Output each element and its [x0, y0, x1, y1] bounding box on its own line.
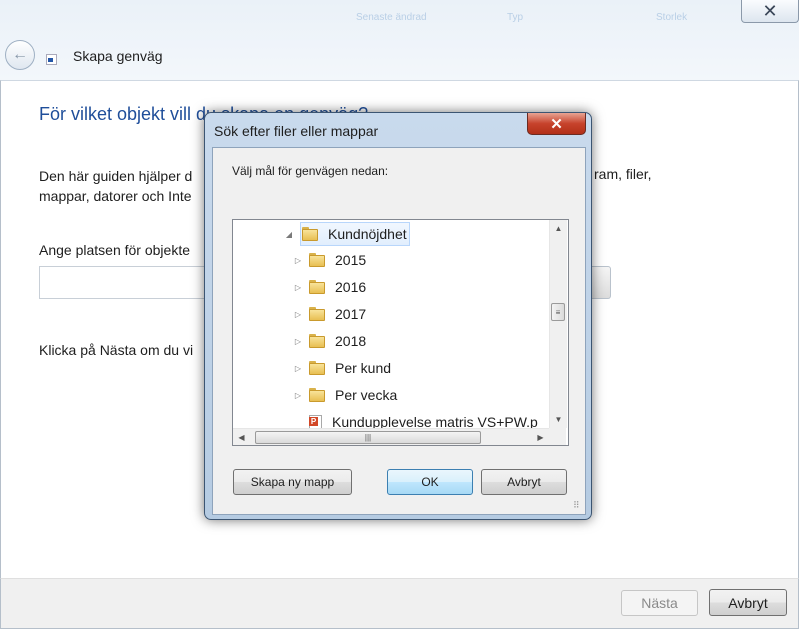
collapse-arrow-icon[interactable]: ◢: [284, 230, 294, 239]
vertical-scrollbar[interactable]: ▲ ≡ ▼: [549, 220, 567, 428]
tree-item-label: 2018: [335, 333, 367, 349]
folder-icon: [309, 280, 325, 294]
new-folder-button[interactable]: Skapa ny mapp: [233, 469, 352, 495]
folder-icon: [302, 227, 318, 241]
location-label: Ange platsen för objekte: [39, 242, 190, 258]
wizard-title-area: Senaste ändrad Typ Storlek ✕ ← Skapa gen…: [0, 0, 799, 80]
ok-button[interactable]: OK: [387, 469, 473, 495]
expand-arrow-icon[interactable]: ▷: [293, 256, 303, 265]
expand-arrow-icon[interactable]: ▷: [293, 364, 303, 373]
blurred-column-header: Storlek: [656, 12, 688, 23]
folder-icon: [309, 307, 325, 321]
tree-item[interactable]: ▷ Per kund: [293, 356, 391, 380]
expand-arrow-icon[interactable]: ▷: [293, 283, 303, 292]
expand-arrow-icon[interactable]: ▷: [293, 310, 303, 319]
description-line-1-end: ram, filer,: [594, 166, 652, 182]
folder-tree[interactable]: ◢ Kundnöjdhet ▷ 2015 ▷ 2016 ▷ 2017 ▷ 201…: [232, 219, 569, 446]
tree-item[interactable]: ▷ 2017: [293, 302, 366, 326]
folder-icon: [309, 253, 325, 267]
close-icon: ✕: [550, 115, 563, 133]
tree-item-label: 2015: [335, 252, 367, 268]
scroll-right-arrow-icon[interactable]: ▶: [532, 429, 549, 445]
resize-grip-icon[interactable]: ⠿: [573, 500, 580, 511]
tree-item[interactable]: ▷ Per vecka: [293, 383, 397, 407]
close-icon: ✕: [762, 0, 778, 21]
tree-item[interactable]: ▷ 2018: [293, 329, 366, 353]
folder-icon: [309, 334, 325, 348]
description-line-2: mappar, datorer och Inte: [39, 188, 192, 204]
dialog-cancel-button[interactable]: Avbryt: [481, 469, 567, 495]
back-button[interactable]: ←: [5, 40, 35, 70]
tree-item-selection[interactable]: Kundnöjdhet: [300, 222, 410, 246]
wizard-instruction: Klicka på Nästa om du vi: [39, 342, 194, 358]
scroll-up-arrow-icon[interactable]: ▲: [550, 220, 567, 237]
window-close-button[interactable]: ✕: [741, 0, 799, 23]
tree-item-label: Per vecka: [335, 387, 398, 403]
shortcut-icon: [46, 54, 57, 65]
vertical-scroll-thumb[interactable]: ≡: [551, 303, 565, 321]
dialog-title: Sök efter filer eller mappar: [214, 123, 379, 139]
wizard-description: Den här guiden hjälper d mappar, datorer…: [39, 166, 192, 206]
scrollbar-corner: [549, 428, 566, 445]
blurred-column-header: Typ: [507, 12, 524, 23]
expand-arrow-icon[interactable]: ▷: [293, 337, 303, 346]
expand-arrow-icon[interactable]: ▷: [293, 391, 303, 400]
dialog-close-button[interactable]: ✕: [527, 113, 586, 135]
horizontal-scrollbar[interactable]: ◀ ||| ▶: [233, 428, 549, 445]
back-arrow-icon: ←: [12, 46, 28, 63]
wizard-cancel-button[interactable]: Avbryt: [709, 589, 787, 616]
tree-item-label: Kundnöjdhet: [328, 226, 407, 242]
description-line-1: Den här guiden hjälper d: [39, 168, 193, 184]
horizontal-scroll-thumb[interactable]: |||: [255, 431, 481, 444]
tree-item[interactable]: ▷ 2016: [293, 275, 366, 299]
tree-item-label: 2017: [335, 306, 367, 322]
next-button[interactable]: Nästa: [621, 590, 698, 616]
wizard-title: Skapa genväg: [73, 48, 163, 64]
scroll-down-arrow-icon[interactable]: ▼: [550, 411, 567, 428]
tree-item-label: 2016: [335, 279, 367, 295]
tree-item[interactable]: ▷ 2015: [293, 248, 366, 272]
browse-dialog: Sök efter filer eller mappar ✕ Välj mål …: [204, 112, 592, 520]
folder-icon: [309, 361, 325, 375]
folder-icon: [309, 388, 325, 402]
dialog-client-area: Välj mål för genvägen nedan: ◢ Kundnöjdh…: [212, 147, 586, 515]
tree-item[interactable]: ◢ Kundnöjdhet: [284, 222, 410, 246]
scroll-left-arrow-icon[interactable]: ◀: [233, 429, 250, 445]
blurred-column-header: Senaste ändrad: [356, 12, 427, 23]
dialog-prompt: Välj mål för genvägen nedan:: [232, 164, 389, 178]
tree-item-label: Per kund: [335, 360, 392, 376]
